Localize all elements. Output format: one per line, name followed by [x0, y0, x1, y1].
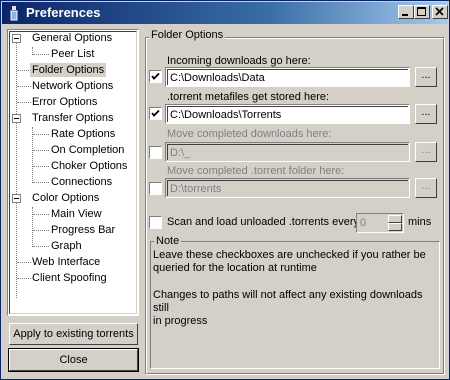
note-title: Note [154, 235, 182, 247]
tree-item-folder-options[interactable]: Folder Options [30, 63, 107, 77]
incoming-path-field[interactable] [165, 67, 410, 87]
metafiles-label: .torrent metafiles get stored here: [167, 91, 330, 103]
tree-line [17, 278, 31, 279]
title-bar[interactable]: Preferences [2, 2, 448, 24]
tree-line [17, 262, 31, 263]
group-title: Folder Options [149, 29, 226, 41]
checkmark-icon [151, 72, 160, 80]
tree-line [33, 54, 49, 55]
tree-item-choker-options[interactable]: Choker Options [51, 159, 127, 173]
preferences-window: Preferences General Options Peer List Fo… [0, 0, 450, 380]
incoming-browse-button[interactable]: ... [415, 67, 437, 87]
tree-item-color-options[interactable]: Color Options [32, 191, 99, 205]
tree-line [33, 214, 49, 215]
move-completed-path-input [167, 144, 408, 160]
close-icon [435, 7, 444, 16]
close-window-button[interactable] [432, 5, 448, 19]
move-completed-path-field [165, 142, 410, 162]
metafiles-browse-button[interactable]: ... [415, 104, 437, 124]
move-torrent-path-input [167, 180, 408, 196]
tree-line [33, 166, 49, 167]
tree-line [17, 86, 31, 87]
tree-item-peer-list[interactable]: Peer List [51, 47, 94, 61]
move-torrent-label: Move completed .torrent folder here: [167, 165, 345, 177]
spin-down-icon [388, 223, 402, 231]
tree-item-general-options[interactable]: General Options [32, 31, 112, 45]
apply-to-existing-button[interactable]: Apply to existing torrents [9, 323, 138, 345]
tree-line [17, 70, 31, 71]
move-torrent-path-field [165, 178, 410, 198]
tree-item-graph[interactable]: Graph [51, 239, 82, 253]
tree-item-main-view[interactable]: Main View [51, 207, 102, 221]
scan-unit-label: mins [408, 216, 432, 228]
checkmark-icon [151, 109, 160, 117]
tree-line [33, 150, 49, 151]
minimize-icon [402, 14, 408, 16]
tree-line [32, 207, 33, 247]
note-text-paths: Changes to paths will not affect any exi… [153, 289, 423, 327]
close-button[interactable]: Close [8, 348, 139, 372]
spin-up-icon [388, 215, 402, 223]
minimize-button[interactable] [398, 5, 414, 19]
metafiles-path-input[interactable] [167, 106, 408, 122]
move-torrent-checkbox[interactable] [149, 182, 162, 195]
tree-line [33, 246, 49, 247]
app-icon [10, 6, 18, 21]
collapse-general-icon[interactable] [12, 34, 21, 43]
incoming-path-input[interactable] [167, 69, 408, 85]
window-title: Preferences [26, 5, 101, 20]
collapse-color-icon[interactable] [12, 194, 21, 203]
tree-item-network-options[interactable]: Network Options [32, 79, 113, 93]
move-completed-browse-button: ... [415, 142, 437, 162]
move-torrent-browse-button: ... [415, 178, 437, 198]
tree-item-client-spoofing[interactable]: Client Spoofing [32, 271, 107, 285]
tree-line [33, 134, 49, 135]
scan-interval-input [358, 215, 388, 231]
tree-item-transfer-options[interactable]: Transfer Options [32, 111, 114, 125]
tree-item-connections[interactable]: Connections [51, 175, 112, 189]
tree-item-on-completion[interactable]: On Completion [51, 143, 124, 157]
tree-line [16, 43, 17, 298]
tree-item-progress-bar[interactable]: Progress Bar [51, 223, 115, 237]
maximize-icon [417, 7, 426, 16]
collapse-transfer-icon[interactable] [12, 114, 21, 123]
metafiles-checkbox[interactable] [149, 107, 162, 120]
incoming-checkbox[interactable] [149, 70, 162, 83]
maximize-button[interactable] [414, 5, 430, 19]
incoming-label: Incoming downloads go here: [167, 55, 311, 67]
scan-interval-spinner [356, 213, 404, 233]
tree-line [33, 230, 49, 231]
tree-item-web-interface[interactable]: Web Interface [32, 255, 100, 269]
tree-item-error-options[interactable]: Error Options [32, 95, 97, 109]
tree-item-rate-options[interactable]: Rate Options [51, 127, 115, 141]
scan-checkbox[interactable] [149, 216, 162, 229]
move-completed-label: Move completed downloads here: [167, 128, 332, 140]
tree-line [33, 182, 49, 183]
scan-label: Scan and load unloaded .torrents every [167, 216, 360, 228]
tree-line [32, 127, 33, 183]
tree-line [17, 102, 31, 103]
metafiles-path-field[interactable] [165, 104, 410, 124]
note-text-checkboxes: Leave these checkboxes are unchecked if … [153, 249, 426, 274]
move-completed-checkbox[interactable] [149, 146, 162, 159]
